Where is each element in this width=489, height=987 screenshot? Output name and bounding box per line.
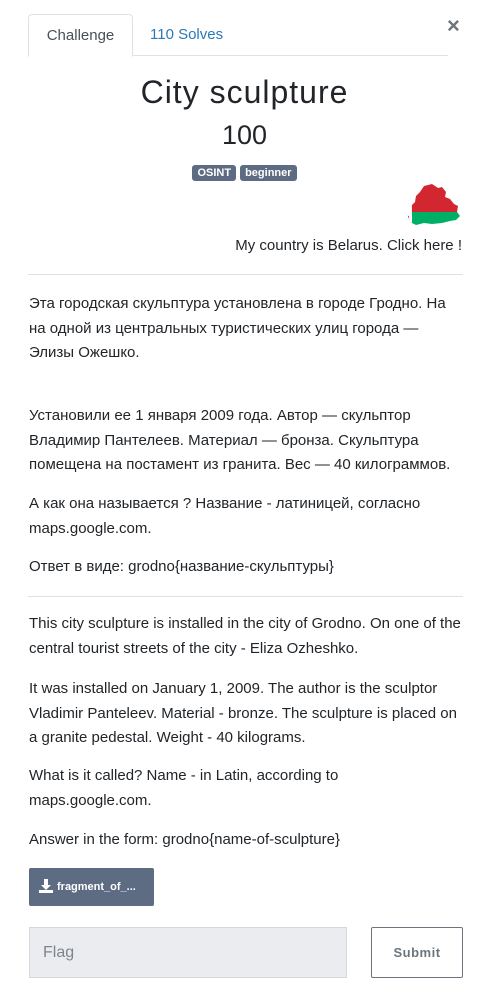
tag-badge-osint: OSINT	[192, 165, 237, 181]
description-en-paragraph: What is it called? Name - in Latin, acco…	[29, 767, 339, 809]
tab-challenge[interactable]: Challenge	[28, 14, 133, 57]
tag-list: OSINT beginner	[0, 165, 489, 181]
close-icon[interactable]: ×	[447, 14, 460, 38]
tag-badge-beginner: beginner	[240, 165, 297, 181]
tab-solves[interactable]: 110 Solves	[150, 14, 223, 56]
description-ru-paragraph: Эта городская скульптура установлена в г…	[29, 295, 446, 361]
description-ru-paragraph: Установили ее 1 января 2009 года. Автор …	[29, 407, 451, 473]
description-ru-paragraph: А как она называется ? Название - латини…	[29, 495, 421, 537]
description-ru-paragraph: Ответ в виде: grodno{название-скульптуры…	[29, 558, 334, 575]
divider	[28, 596, 463, 597]
file-download-label: fragment_of_...	[57, 881, 136, 893]
download-icon	[39, 879, 53, 893]
challenge-points: 100	[221, 120, 268, 150]
flag-input[interactable]	[29, 927, 347, 978]
belarus-flag-map-icon[interactable]	[402, 184, 460, 228]
description-en-paragraph: Answer in the form: grodno{name-of-sculp…	[29, 831, 340, 848]
description-en-paragraph: This city sculpture is installed in the …	[29, 615, 461, 657]
divider	[28, 274, 463, 275]
challenge-title: City sculpture	[140, 74, 349, 110]
challenge-tabs: Challenge 110 Solves	[28, 14, 448, 57]
country-link[interactable]: My country is Belarus. Click here !	[235, 236, 462, 256]
submit-button[interactable]: Submit	[371, 927, 463, 978]
description-en-paragraph: It was installed on January 1, 2009. The…	[29, 680, 457, 746]
file-download-button[interactable]: fragment_of_...	[29, 868, 154, 906]
